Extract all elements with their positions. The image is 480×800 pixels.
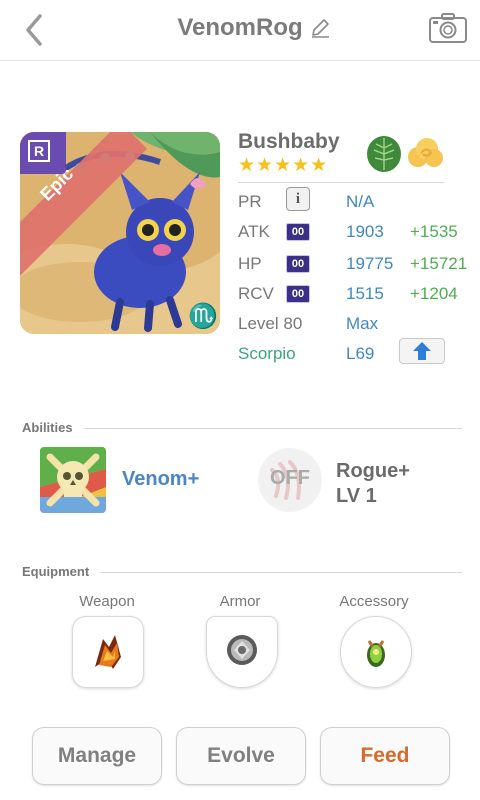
weapon-slot[interactable] bbox=[72, 616, 144, 688]
atk-value: 1903 bbox=[346, 222, 384, 241]
pr-label: PR bbox=[238, 192, 262, 211]
zodiac-scorpio-icon: ♏ bbox=[188, 303, 218, 330]
armor-gear-icon bbox=[227, 635, 257, 665]
manage-button[interactable]: Manage bbox=[32, 727, 162, 785]
armor-slot[interactable] bbox=[206, 616, 278, 688]
rcv-plus-badge: 00 bbox=[286, 285, 310, 303]
edit-pencil-icon[interactable] bbox=[308, 16, 332, 40]
zodiac-level: L69 bbox=[346, 344, 375, 363]
hp-label: HP bbox=[238, 254, 262, 273]
hp-plus-badge: 00 bbox=[286, 255, 310, 273]
ability-rogue-name[interactable]: Rogue+ LV 1 bbox=[336, 459, 410, 509]
info-icon[interactable]: i bbox=[286, 187, 310, 211]
up-arrow-icon bbox=[413, 342, 431, 360]
camera-icon[interactable] bbox=[428, 12, 468, 44]
equipment-section-label: Equipment bbox=[22, 564, 90, 579]
hp-value: 19775 bbox=[346, 254, 394, 273]
monster-name: Bushbaby bbox=[238, 130, 340, 153]
rcv-value: 1515 bbox=[346, 284, 384, 303]
ability-rogue-level: LV 1 bbox=[336, 485, 377, 507]
atk-label: ATK bbox=[238, 222, 270, 241]
leaf-element-icon bbox=[364, 134, 404, 174]
atk-bonus: +1535 bbox=[410, 222, 458, 241]
evolve-button[interactable]: Evolve bbox=[176, 727, 306, 785]
level-value: Max bbox=[346, 314, 379, 333]
accessory-gear-icon bbox=[367, 640, 385, 667]
armor-label: Armor bbox=[219, 593, 261, 610]
weapon-label: Weapon bbox=[79, 593, 135, 610]
divider bbox=[238, 182, 444, 183]
star-rating: ★★★★★ bbox=[238, 155, 329, 176]
accessory-slot[interactable] bbox=[340, 616, 412, 688]
rcv-label: RCV bbox=[238, 284, 274, 303]
cloud-element-icon bbox=[405, 134, 445, 174]
ability-venom-name[interactable]: Venom+ bbox=[122, 468, 199, 491]
rank-badge-icon: R bbox=[28, 140, 50, 162]
page-title: VenomRog bbox=[177, 14, 303, 41]
abilities-section-label: Abilities bbox=[22, 420, 73, 435]
divider bbox=[84, 428, 462, 429]
accessory-label: Accessory bbox=[339, 593, 409, 610]
rcv-bonus: +1204 bbox=[410, 284, 458, 303]
hp-bonus: +15721 bbox=[410, 254, 468, 273]
level-up-button[interactable] bbox=[399, 338, 445, 364]
atk-plus-badge: 00 bbox=[286, 223, 310, 241]
pr-value: N/A bbox=[346, 192, 375, 211]
weapon-gear-icon bbox=[95, 635, 121, 669]
venom-skull-icon[interactable] bbox=[40, 447, 106, 513]
level-label: Level 80 bbox=[238, 314, 303, 333]
divider bbox=[100, 572, 462, 573]
feed-button[interactable]: Feed bbox=[320, 727, 450, 785]
monster-portrait[interactable]: Epic R ♏ bbox=[20, 132, 220, 334]
ability-off-label: OFF bbox=[270, 467, 310, 489]
zodiac-label: Scorpio bbox=[238, 344, 296, 363]
ability-rogue-title: Rogue+ bbox=[336, 460, 410, 482]
